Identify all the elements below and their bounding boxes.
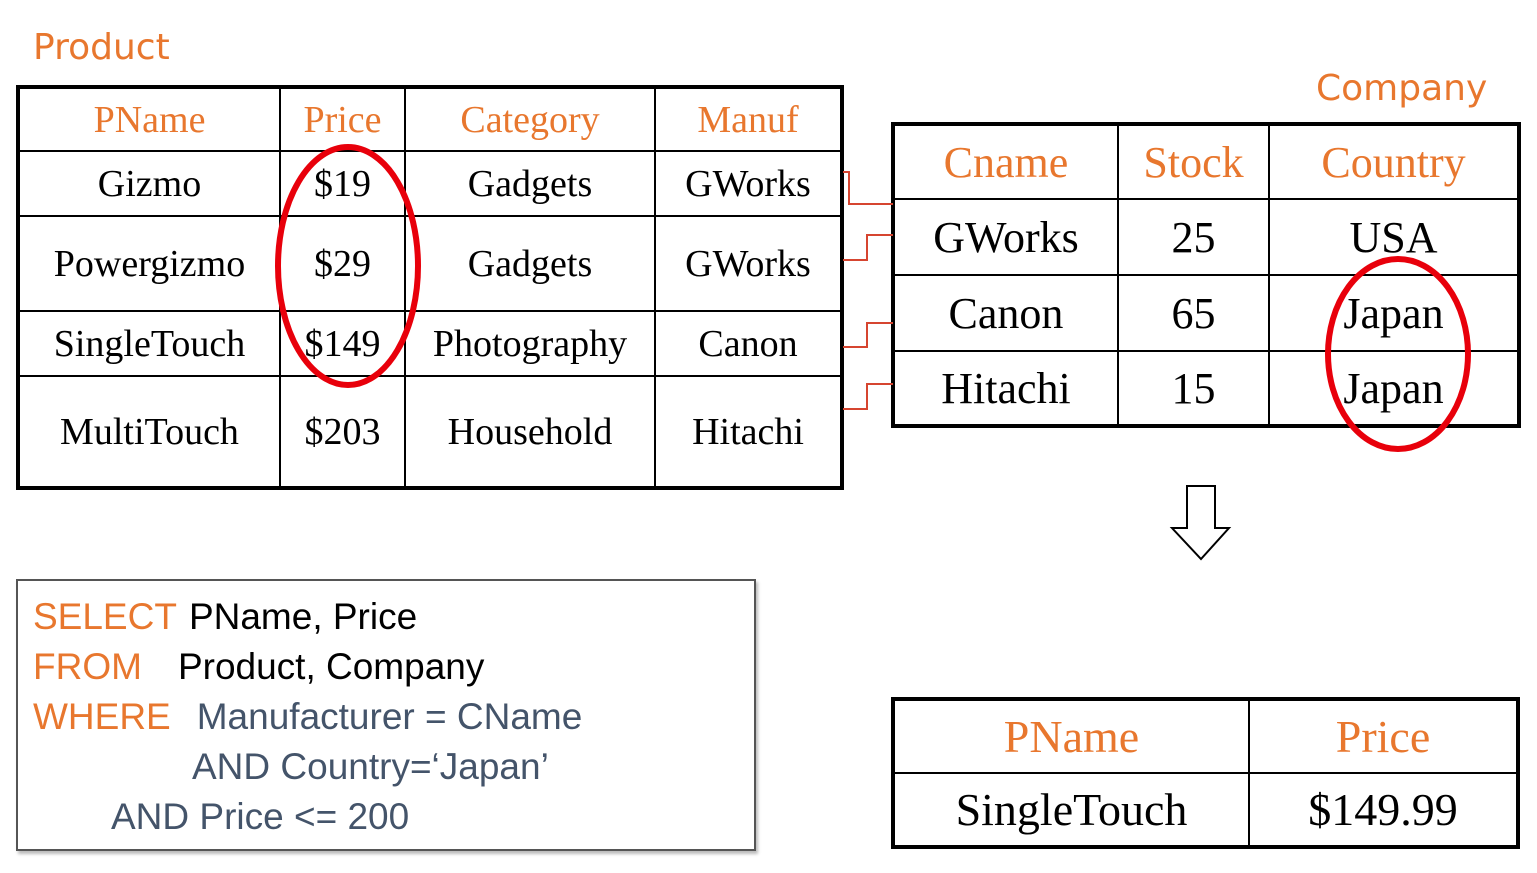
price-highlight-ellipse	[275, 144, 421, 388]
annotation-overlay	[275, 144, 1471, 561]
down-arrow-icon	[1169, 485, 1232, 561]
join-link-line	[843, 322, 893, 348]
join-link-line	[843, 234, 893, 261]
join-link-line	[843, 383, 893, 410]
join-link-line	[843, 171, 893, 205]
country-highlight-ellipse	[1325, 256, 1471, 452]
